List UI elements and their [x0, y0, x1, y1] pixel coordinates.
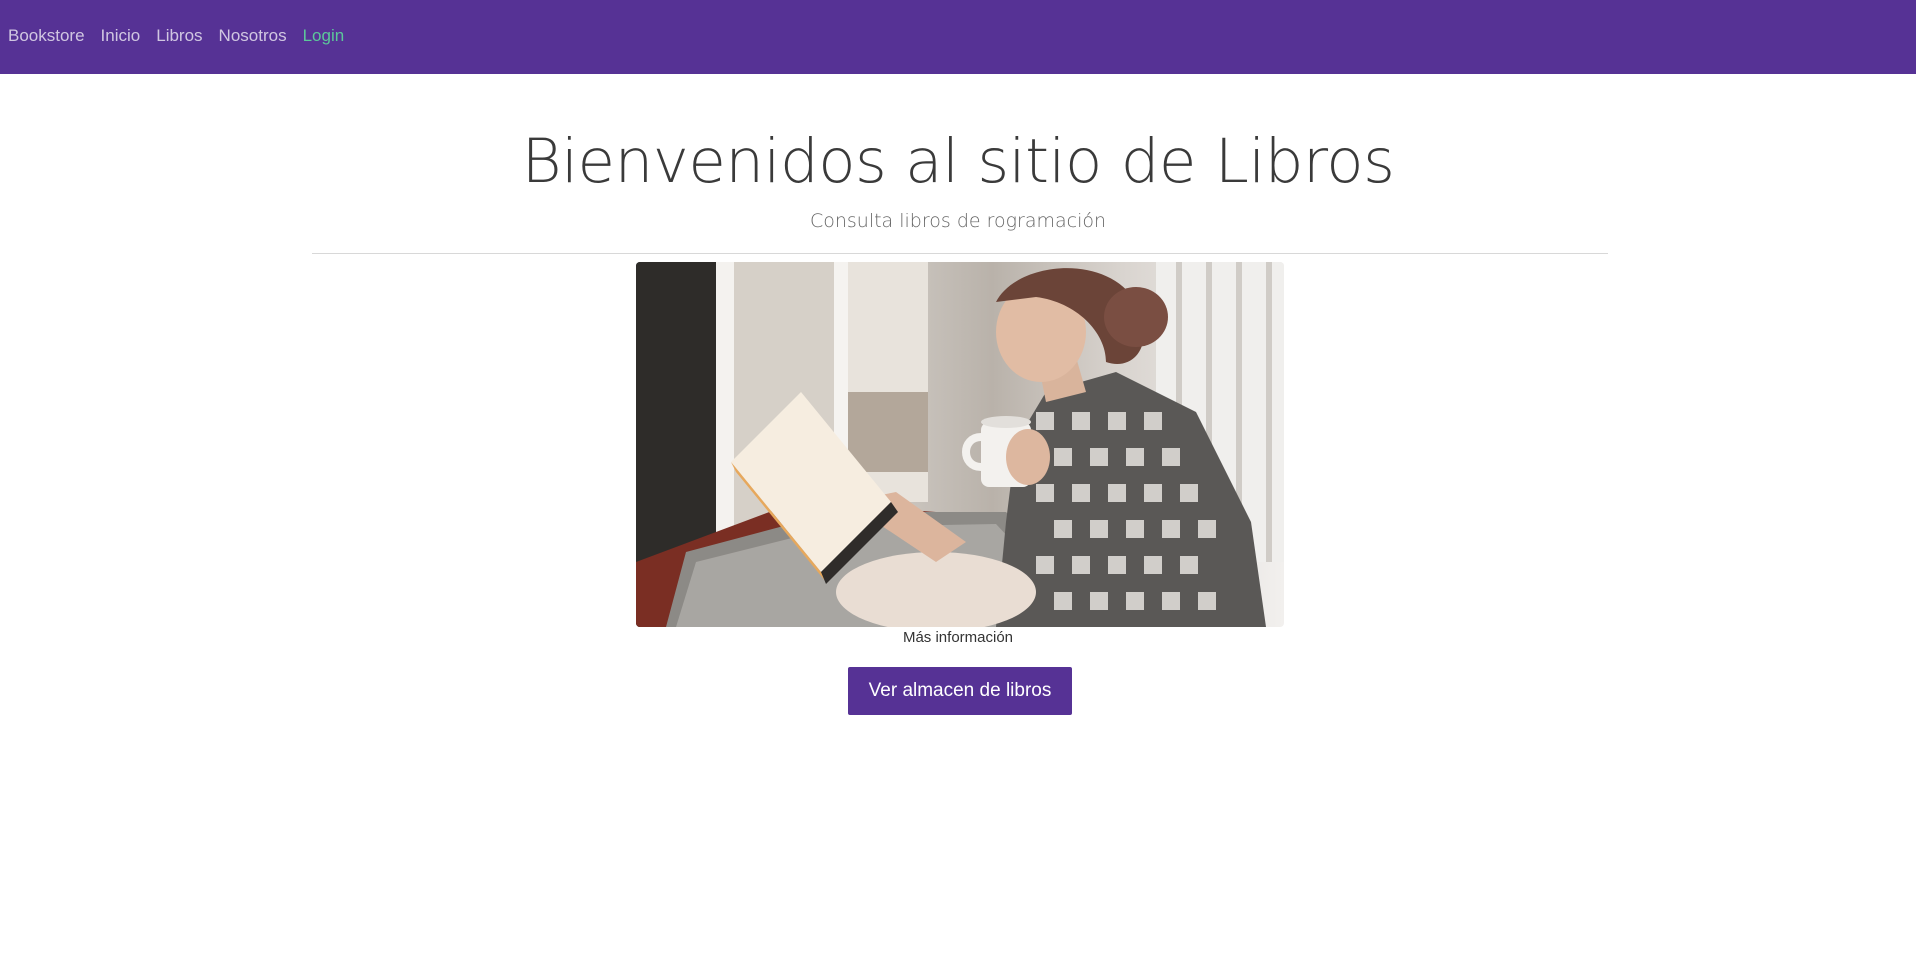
nav-item-nosotros[interactable]: Nosotros: [219, 26, 287, 46]
top-navbar: Bookstore Inicio Libros Nosotros Login: [0, 0, 1916, 74]
page-subtitle: Consulta libros de rogramación: [809, 210, 1107, 232]
nav-item-login[interactable]: Login: [303, 26, 345, 46]
section-divider: [312, 253, 1608, 254]
nav-item-inicio[interactable]: Inicio: [101, 26, 141, 46]
hero-photo: [636, 262, 1284, 627]
woman-reading-illustration: [636, 262, 1284, 627]
nav-item-libros[interactable]: Libros: [156, 26, 202, 46]
page-title: Bienvenidos al sitio de Libros: [521, 126, 1395, 197]
more-info-link[interactable]: Más información: [0, 629, 1916, 646]
view-bookstore-button[interactable]: Ver almacen de libros: [848, 667, 1072, 715]
navbar-brand[interactable]: Bookstore: [8, 26, 85, 46]
